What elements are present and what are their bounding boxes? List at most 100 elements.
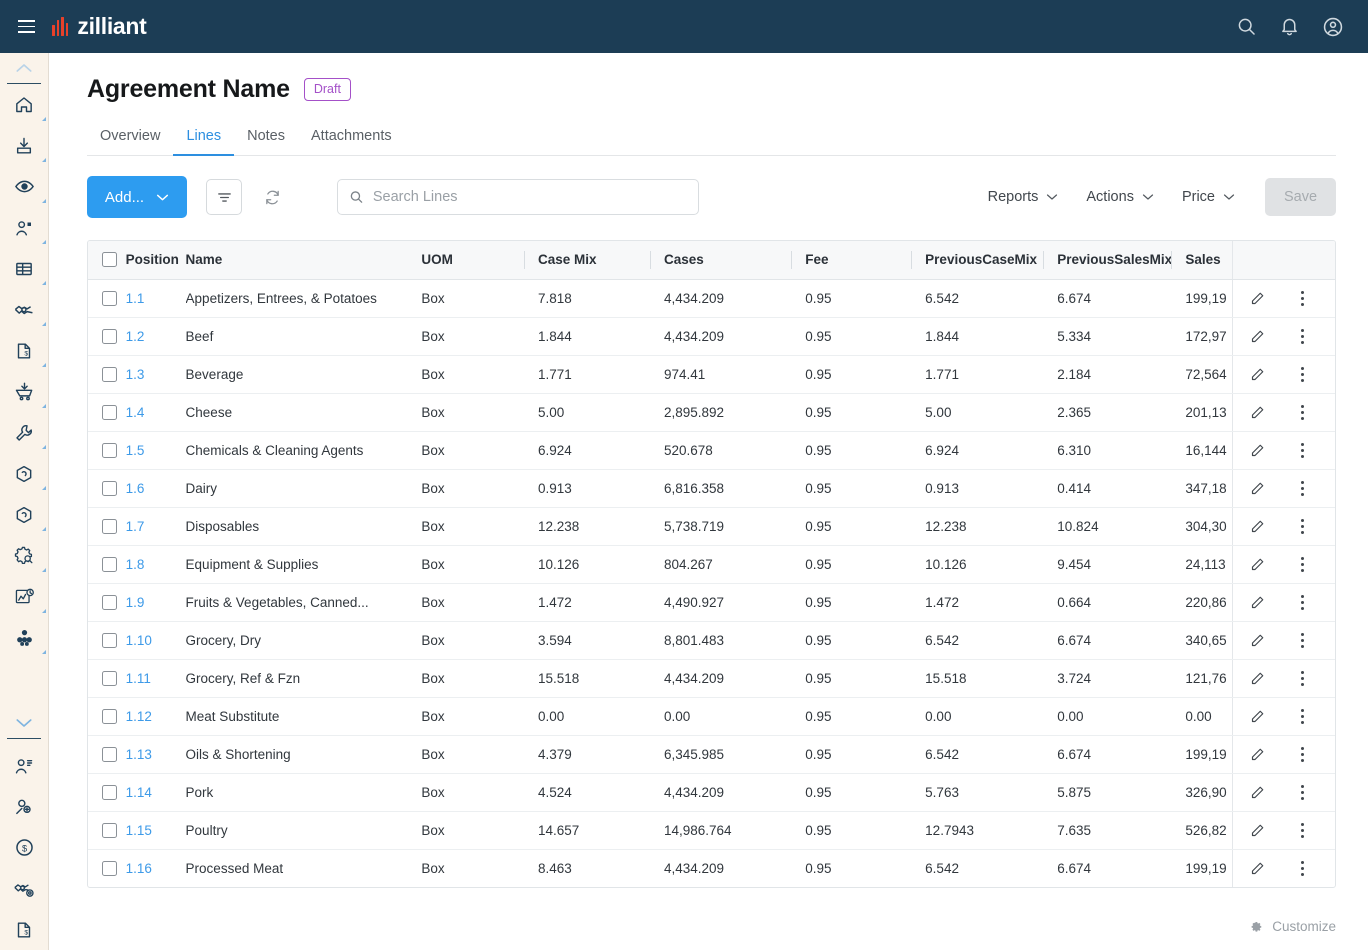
row-checkbox[interactable] xyxy=(102,442,117,458)
position-link[interactable]: 1.16 xyxy=(126,861,152,876)
hamburger-menu-icon[interactable] xyxy=(13,14,39,40)
cell-position[interactable]: 1.7 xyxy=(125,507,186,546)
select-all-checkbox[interactable] xyxy=(102,252,117,268)
filter-button[interactable] xyxy=(206,179,242,215)
row-more-kebab-more-icon[interactable] xyxy=(1301,860,1305,876)
row-edit-pencil-edit-icon[interactable] xyxy=(1250,861,1265,876)
sidebar-scroll-down-chevron-down-icon[interactable] xyxy=(0,708,49,738)
row-more-kebab-more-icon[interactable] xyxy=(1301,632,1305,648)
sidebar-item-catalog[interactable] xyxy=(0,494,49,535)
position-link[interactable]: 1.12 xyxy=(126,709,152,724)
position-link[interactable]: 1.13 xyxy=(126,747,152,762)
cell-position[interactable]: 1.10 xyxy=(125,621,186,660)
table-row[interactable]: 1.1 Appetizers, Entrees, & Potatoes Box 7.8… xyxy=(88,279,1335,318)
table-row[interactable]: 1.12 Meat Substitute Box 0.00 0.00 0.95 0.00 0.… xyxy=(88,697,1335,736)
position-link[interactable]: 1.4 xyxy=(126,405,145,420)
column-header-case-mix[interactable]: Case Mix xyxy=(523,241,650,280)
cell-position[interactable]: 1.13 xyxy=(125,735,186,774)
position-link[interactable]: 1.2 xyxy=(126,329,145,344)
table-row[interactable]: 1.11 Grocery, Ref & Fzn Box 15.518 4,434.209… xyxy=(88,659,1335,698)
table-row[interactable]: 1.6 Dairy Box 0.913 6,816.358 0.95 0.913 0.414 3… xyxy=(88,469,1335,508)
row-checkbox[interactable] xyxy=(102,746,117,762)
cell-position[interactable]: 1.4 xyxy=(125,393,186,432)
table-row[interactable]: 1.10 Grocery, Dry Box 3.594 8,801.483 0.95 6.5… xyxy=(88,621,1335,660)
cell-position[interactable]: 1.15 xyxy=(125,811,186,850)
row-edit-pencil-edit-icon[interactable] xyxy=(1250,367,1265,382)
search-input[interactable] xyxy=(372,189,687,205)
cell-position[interactable]: 1.2 xyxy=(125,317,186,356)
row-edit-pencil-edit-icon[interactable] xyxy=(1250,633,1265,648)
row-more-kebab-more-icon[interactable] xyxy=(1301,404,1305,420)
row-checkbox[interactable] xyxy=(102,366,117,382)
row-edit-pencil-edit-icon[interactable] xyxy=(1250,671,1265,686)
row-more-kebab-more-icon[interactable] xyxy=(1301,594,1305,610)
row-more-kebab-more-icon[interactable] xyxy=(1301,708,1305,724)
sidebar-item-pricing[interactable]: $ xyxy=(0,827,49,868)
table-row[interactable]: 1.13 Oils & Shortening Box 4.379 6,345.985 0.… xyxy=(88,735,1335,774)
table-row[interactable]: 1.5 Chemicals & Cleaning Agents Box 6.924 52… xyxy=(88,431,1335,470)
column-header-sales[interactable]: Sales xyxy=(1171,241,1233,280)
row-more-kebab-more-icon[interactable] xyxy=(1301,290,1305,306)
sidebar-item-admin[interactable] xyxy=(0,535,49,576)
tab-lines[interactable]: Lines xyxy=(173,122,235,156)
tab-attachments[interactable]: Attachments xyxy=(298,122,405,156)
row-checkbox[interactable] xyxy=(102,860,117,876)
search-icon[interactable] xyxy=(1236,16,1257,37)
row-more-kebab-more-icon[interactable] xyxy=(1301,442,1305,458)
sidebar-scroll-up-chevron-up-icon[interactable] xyxy=(0,53,49,83)
column-header-previous-case-mix[interactable]: PreviousCaseMix xyxy=(911,241,1044,280)
sidebar-item-products[interactable] xyxy=(0,453,49,494)
customize-button[interactable]: Customize xyxy=(1248,919,1336,934)
row-edit-pencil-edit-icon[interactable] xyxy=(1250,405,1265,420)
position-link[interactable]: 1.11 xyxy=(126,671,151,686)
column-header-uom[interactable]: UOM xyxy=(421,241,524,280)
row-edit-pencil-edit-icon[interactable] xyxy=(1250,747,1265,762)
sidebar-item-price-document[interactable]: $ xyxy=(0,909,49,950)
row-edit-pencil-edit-icon[interactable] xyxy=(1250,443,1265,458)
row-checkbox[interactable] xyxy=(102,404,117,420)
column-header-previous-sales-mix[interactable]: PreviousSalesMix xyxy=(1043,241,1172,280)
sidebar-item-bundles[interactable] xyxy=(0,617,49,658)
row-more-kebab-more-icon[interactable] xyxy=(1301,746,1305,762)
tab-overview[interactable]: Overview xyxy=(87,122,173,156)
row-checkbox[interactable] xyxy=(102,822,117,838)
row-more-kebab-more-icon[interactable] xyxy=(1301,556,1305,572)
table-row[interactable]: 1.9 Fruits & Vegetables, Canned... Box 1.47… xyxy=(88,583,1335,622)
row-more-kebab-more-icon[interactable] xyxy=(1301,784,1305,800)
refresh-button[interactable] xyxy=(256,181,288,213)
cell-position[interactable]: 1.5 xyxy=(125,431,186,470)
table-row[interactable]: 1.2 Beef Box 1.844 4,434.209 0.95 1.844 5.334 17… xyxy=(88,317,1335,356)
position-link[interactable]: 1.15 xyxy=(126,823,152,838)
row-edit-pencil-edit-icon[interactable] xyxy=(1250,329,1265,344)
row-edit-pencil-edit-icon[interactable] xyxy=(1250,709,1265,724)
cell-position[interactable]: 1.11 xyxy=(125,659,186,698)
table-row[interactable]: 1.7 Disposables Box 12.238 5,738.719 0.95 12.2… xyxy=(88,507,1335,546)
row-more-kebab-more-icon[interactable] xyxy=(1301,518,1305,534)
search-lines-container[interactable] xyxy=(337,179,699,215)
cell-position[interactable]: 1.6 xyxy=(125,469,186,508)
position-link[interactable]: 1.10 xyxy=(126,633,152,648)
row-edit-pencil-edit-icon[interactable] xyxy=(1250,823,1265,838)
sidebar-item-home[interactable] xyxy=(0,84,49,125)
reports-menu-button[interactable]: Reports xyxy=(974,180,1073,214)
sidebar-item-customer-list[interactable] xyxy=(0,745,49,786)
position-link[interactable]: 1.8 xyxy=(126,557,145,572)
table-row[interactable]: 1.8 Equipment & Supplies Box 10.126 804.267 0… xyxy=(88,545,1335,584)
position-link[interactable]: 1.6 xyxy=(126,481,145,496)
tab-notes[interactable]: Notes xyxy=(234,122,298,156)
row-more-kebab-more-icon[interactable] xyxy=(1301,366,1305,382)
row-edit-pencil-edit-icon[interactable] xyxy=(1250,557,1265,572)
table-row[interactable]: 1.14 Pork Box 4.524 4,434.209 0.95 5.763 5.875 3… xyxy=(88,773,1335,812)
cell-position[interactable]: 1.14 xyxy=(125,773,186,812)
sidebar-item-grids[interactable] xyxy=(0,248,49,289)
row-edit-pencil-edit-icon[interactable] xyxy=(1250,785,1265,800)
row-more-kebab-more-icon[interactable] xyxy=(1301,328,1305,344)
row-edit-pencil-edit-icon[interactable] xyxy=(1250,481,1265,496)
column-header-position[interactable]: Position xyxy=(125,241,186,280)
row-edit-pencil-edit-icon[interactable] xyxy=(1250,519,1265,534)
row-edit-pencil-edit-icon[interactable] xyxy=(1250,595,1265,610)
user-account-icon[interactable] xyxy=(1322,16,1344,38)
sidebar-item-views[interactable] xyxy=(0,166,49,207)
notifications-bell-icon[interactable] xyxy=(1279,16,1300,37)
position-link[interactable]: 1.7 xyxy=(126,519,145,534)
